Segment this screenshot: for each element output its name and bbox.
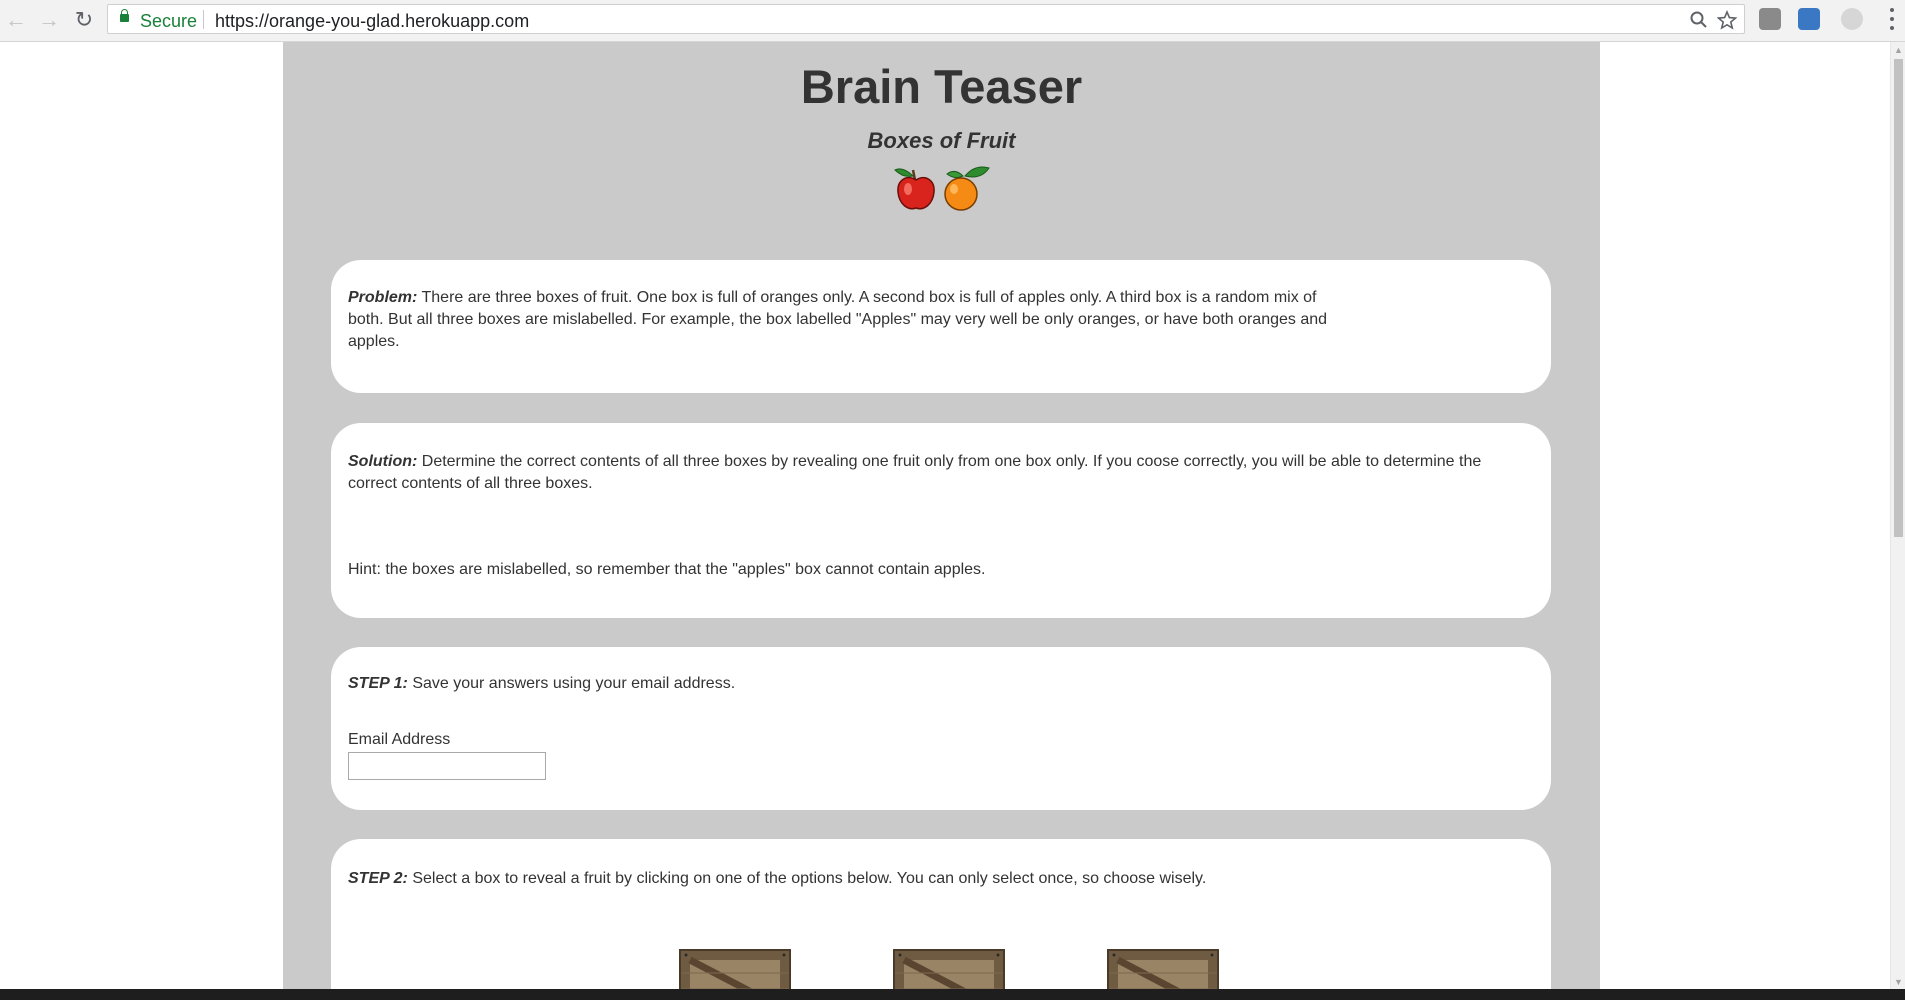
orange-icon: [943, 166, 990, 211]
omnibox-divider: [203, 10, 204, 29]
solution-card: Solution: Determine the correct contents…: [331, 423, 1551, 618]
page-viewport: Brain Teaser Boxes of Fruit Problem: The…: [0, 42, 1890, 989]
page-title: Brain Teaser: [800, 60, 1083, 113]
email-label: Email Address: [348, 731, 451, 748]
solution-paragraph: Solution: Determine the correct contents…: [348, 451, 1528, 495]
problem-paragraph: Problem: There are three boxes of fruit.…: [348, 287, 1328, 353]
page-subtitle: Boxes of Fruit: [867, 128, 1016, 153]
back-icon[interactable]: ←: [2, 6, 30, 34]
crate-box-3[interactable]: [1107, 949, 1219, 989]
hint-text: Hint: the boxes are mislabelled, so reme…: [348, 561, 986, 578]
crate-icon: [1109, 951, 1217, 989]
problem-card: Problem: There are three boxes of fruit.…: [331, 260, 1551, 393]
scroll-thumb[interactable]: [1894, 59, 1903, 537]
reload-icon[interactable]: ↻: [70, 6, 98, 34]
step1-text: Save your answers using your email addre…: [407, 675, 736, 692]
page-scrollbar[interactable]: ▲ ▼: [1890, 42, 1905, 989]
zoom-icon[interactable]: [1688, 9, 1710, 31]
crate-box-2[interactable]: [893, 949, 1005, 989]
email-field[interactable]: [348, 752, 546, 780]
step1-paragraph: STEP 1: Save your answers using your ema…: [348, 673, 735, 695]
star-icon[interactable]: [1716, 9, 1738, 31]
lock-icon: [120, 9, 129, 22]
address-bar[interactable]: Secure https://orange-you-glad.herokuapp…: [107, 4, 1745, 34]
browser-toolbar: ← → ↻ Secure https://orange-you-glad.her…: [0, 0, 1905, 42]
step2-label: STEP 2:: [348, 870, 408, 887]
menu-icon[interactable]: [1889, 8, 1895, 30]
crate-icon: [895, 951, 1003, 989]
step1-card: STEP 1: Save your answers using your ema…: [331, 647, 1551, 810]
url-text[interactable]: https://orange-you-glad.herokuapp.com: [215, 11, 529, 32]
problem-label: Problem:: [348, 289, 418, 306]
extension-icon[interactable]: [1798, 8, 1820, 30]
fruit-icons: [283, 162, 1600, 222]
secure-label: Secure: [140, 11, 198, 31]
step2-paragraph: STEP 2: Select a box to reveal a fruit b…: [348, 868, 1206, 890]
scroll-up-icon[interactable]: ▲: [1891, 42, 1905, 57]
step1-label: STEP 1:: [348, 675, 408, 692]
solution-label: Solution:: [348, 453, 418, 470]
os-taskbar: [0, 989, 1905, 1000]
extension-icon[interactable]: [1841, 8, 1863, 30]
apple-icon: [893, 168, 935, 210]
page-container: Brain Teaser Boxes of Fruit Problem: The…: [283, 42, 1600, 989]
problem-text: There are three boxes of fruit. One box …: [348, 289, 1328, 350]
crate-icon: [681, 951, 789, 989]
crate-box-1[interactable]: [679, 949, 791, 989]
scroll-down-icon[interactable]: ▼: [1891, 974, 1905, 989]
forward-icon[interactable]: →: [35, 6, 63, 34]
solution-text: Determine the correct contents of all th…: [348, 453, 1482, 492]
extension-icon[interactable]: [1759, 8, 1781, 30]
step2-text: Select a box to reveal a fruit by clicki…: [407, 870, 1207, 887]
